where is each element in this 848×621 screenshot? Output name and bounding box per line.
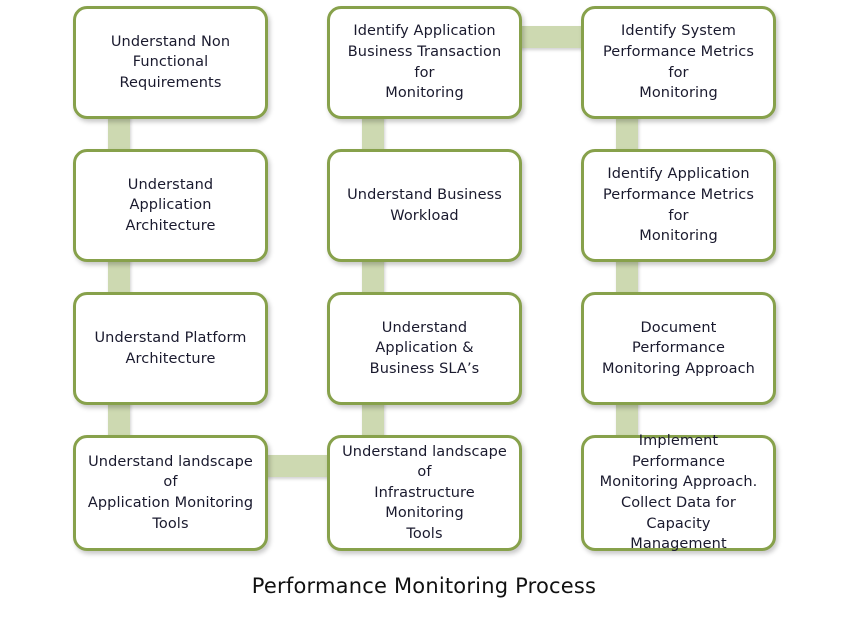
node-label: Understand landscape of Infrastructure M… bbox=[342, 443, 507, 542]
node-understand-application-and-business-slas[interactable]: Understand Application & Business SLA’s bbox=[327, 292, 522, 405]
node-label: Understand Application Architecture bbox=[125, 176, 216, 234]
node-label: Implement Performance Monitoring Approac… bbox=[599, 433, 758, 553]
diagram-canvas: Understand Non Functional Requirements I… bbox=[0, 0, 848, 621]
node-label: Understand Platform Architecture bbox=[94, 329, 247, 367]
node-label: Document Performance Monitoring Approach bbox=[602, 319, 755, 377]
node-understand-application-architecture[interactable]: Understand Application Architecture bbox=[73, 149, 268, 262]
node-understand-business-workload[interactable]: Understand Business Workload bbox=[327, 149, 522, 262]
diagram-title: Performance Monitoring Process bbox=[251, 574, 597, 598]
connector-row4-col1-to-col2 bbox=[261, 455, 335, 477]
node-label: Identify System Performance Metrics for … bbox=[602, 23, 755, 102]
node-implement-performance-monitoring-approach-collect-data[interactable]: Implement Performance Monitoring Approac… bbox=[581, 433, 776, 552]
node-understand-non-functional-requirements[interactable]: Understand Non Functional Requirements bbox=[73, 6, 268, 119]
node-identify-system-performance-metrics-for-monitoring[interactable]: Identify System Performance Metrics for … bbox=[581, 6, 776, 119]
node-label: Identify Application Performance Metrics… bbox=[602, 166, 755, 245]
node-understand-landscape-of-application-monitoring-tools[interactable]: Understand landscape of Application Moni… bbox=[73, 435, 268, 551]
node-label: Identify Application Business Transactio… bbox=[347, 23, 502, 102]
node-document-performance-monitoring-approach[interactable]: Document Performance Monitoring Approach bbox=[581, 292, 776, 405]
node-label: Understand Non Functional Requirements bbox=[110, 33, 231, 91]
node-identify-application-performance-metrics-for-monitoring[interactable]: Identify Application Performance Metrics… bbox=[581, 149, 776, 262]
node-understand-landscape-of-infrastructure-monitoring-tools[interactable]: Understand landscape of Infrastructure M… bbox=[327, 435, 522, 551]
node-label: Understand Application & Business SLA’s bbox=[369, 319, 480, 377]
node-label: Understand Business Workload bbox=[347, 186, 502, 224]
node-identify-application-business-transaction-for-monitoring[interactable]: Identify Application Business Transactio… bbox=[327, 6, 522, 119]
node-understand-platform-architecture[interactable]: Understand Platform Architecture bbox=[73, 292, 268, 405]
connector-row1-col2-to-col3 bbox=[514, 26, 588, 48]
node-label: Understand landscape of Application Moni… bbox=[87, 453, 254, 532]
